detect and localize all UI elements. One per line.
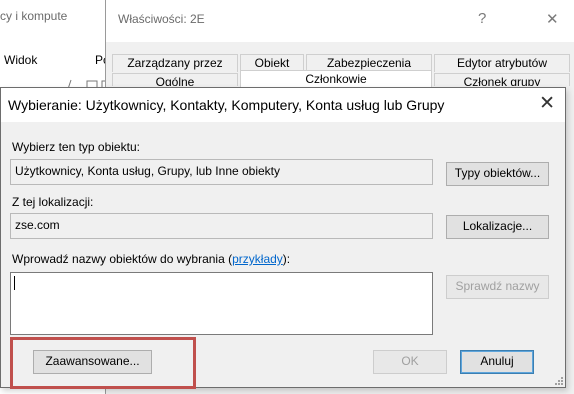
tab-ogolne[interactable]: Ogólne [112,73,238,86]
close-icon[interactable]: ✕ [539,93,555,115]
location-field: zse.com [10,213,433,239]
dialog-titlebar: Wybieranie: Użytkownicy, Kontakty, Kompu… [1,88,565,122]
object-type-label: Wybierz ten typ obiektu: [12,140,140,154]
background-menubar: Widok Pc [0,53,120,71]
examples-link[interactable]: przykłady [232,252,283,266]
object-type-field: Użytkownicy, Konta usług, Grupy, lub Inn… [10,159,433,185]
object-types-button[interactable]: Typy obiektów... [446,162,549,186]
names-label-prefix: Wprowadź nazwy obiektów do wybrania ( [12,252,233,266]
properties-title: Właściwości: 2E [118,12,205,26]
locations-button[interactable]: Lokalizacje... [446,215,549,239]
tab-zarzadzany-przez[interactable]: Zarządzany przez [112,54,238,72]
menu-widok[interactable]: Widok [4,53,37,67]
resize-grip-icon[interactable] [553,375,563,385]
tab-czlonek-grupy[interactable]: Członek grupy [434,73,570,86]
properties-titlebar: Właściwości: 2E ? ✕ [106,0,574,42]
object-names-input[interactable] [10,272,433,335]
background-window-title: cy i kompute [0,9,68,23]
properties-close-icon[interactable]: ✕ [546,10,559,28]
names-label: Wprowadź nazwy obiektów do wybrania (prz… [12,252,290,266]
tab-czlonkowie[interactable]: Członkowie [240,70,432,88]
names-label-suffix: ): [282,252,291,266]
tab-edytor-atrybutow[interactable]: Edytor atrybutów [434,54,570,72]
object-type-value: Użytkownicy, Konta usług, Grupy, lub Inn… [15,164,281,178]
help-icon[interactable]: ? [478,10,486,27]
text-caret [14,276,15,290]
location-value: zse.com [15,218,60,232]
check-names-button[interactable]: Sprawdź nazwy [446,275,549,299]
cancel-button[interactable]: Anuluj [460,350,534,374]
dialog-title: Wybieranie: Użytkownicy, Kontakty, Kompu… [8,97,445,113]
location-label: Z tej lokalizacji: [12,195,94,209]
highlight-box [10,337,196,389]
ok-button[interactable]: OK [373,350,447,374]
